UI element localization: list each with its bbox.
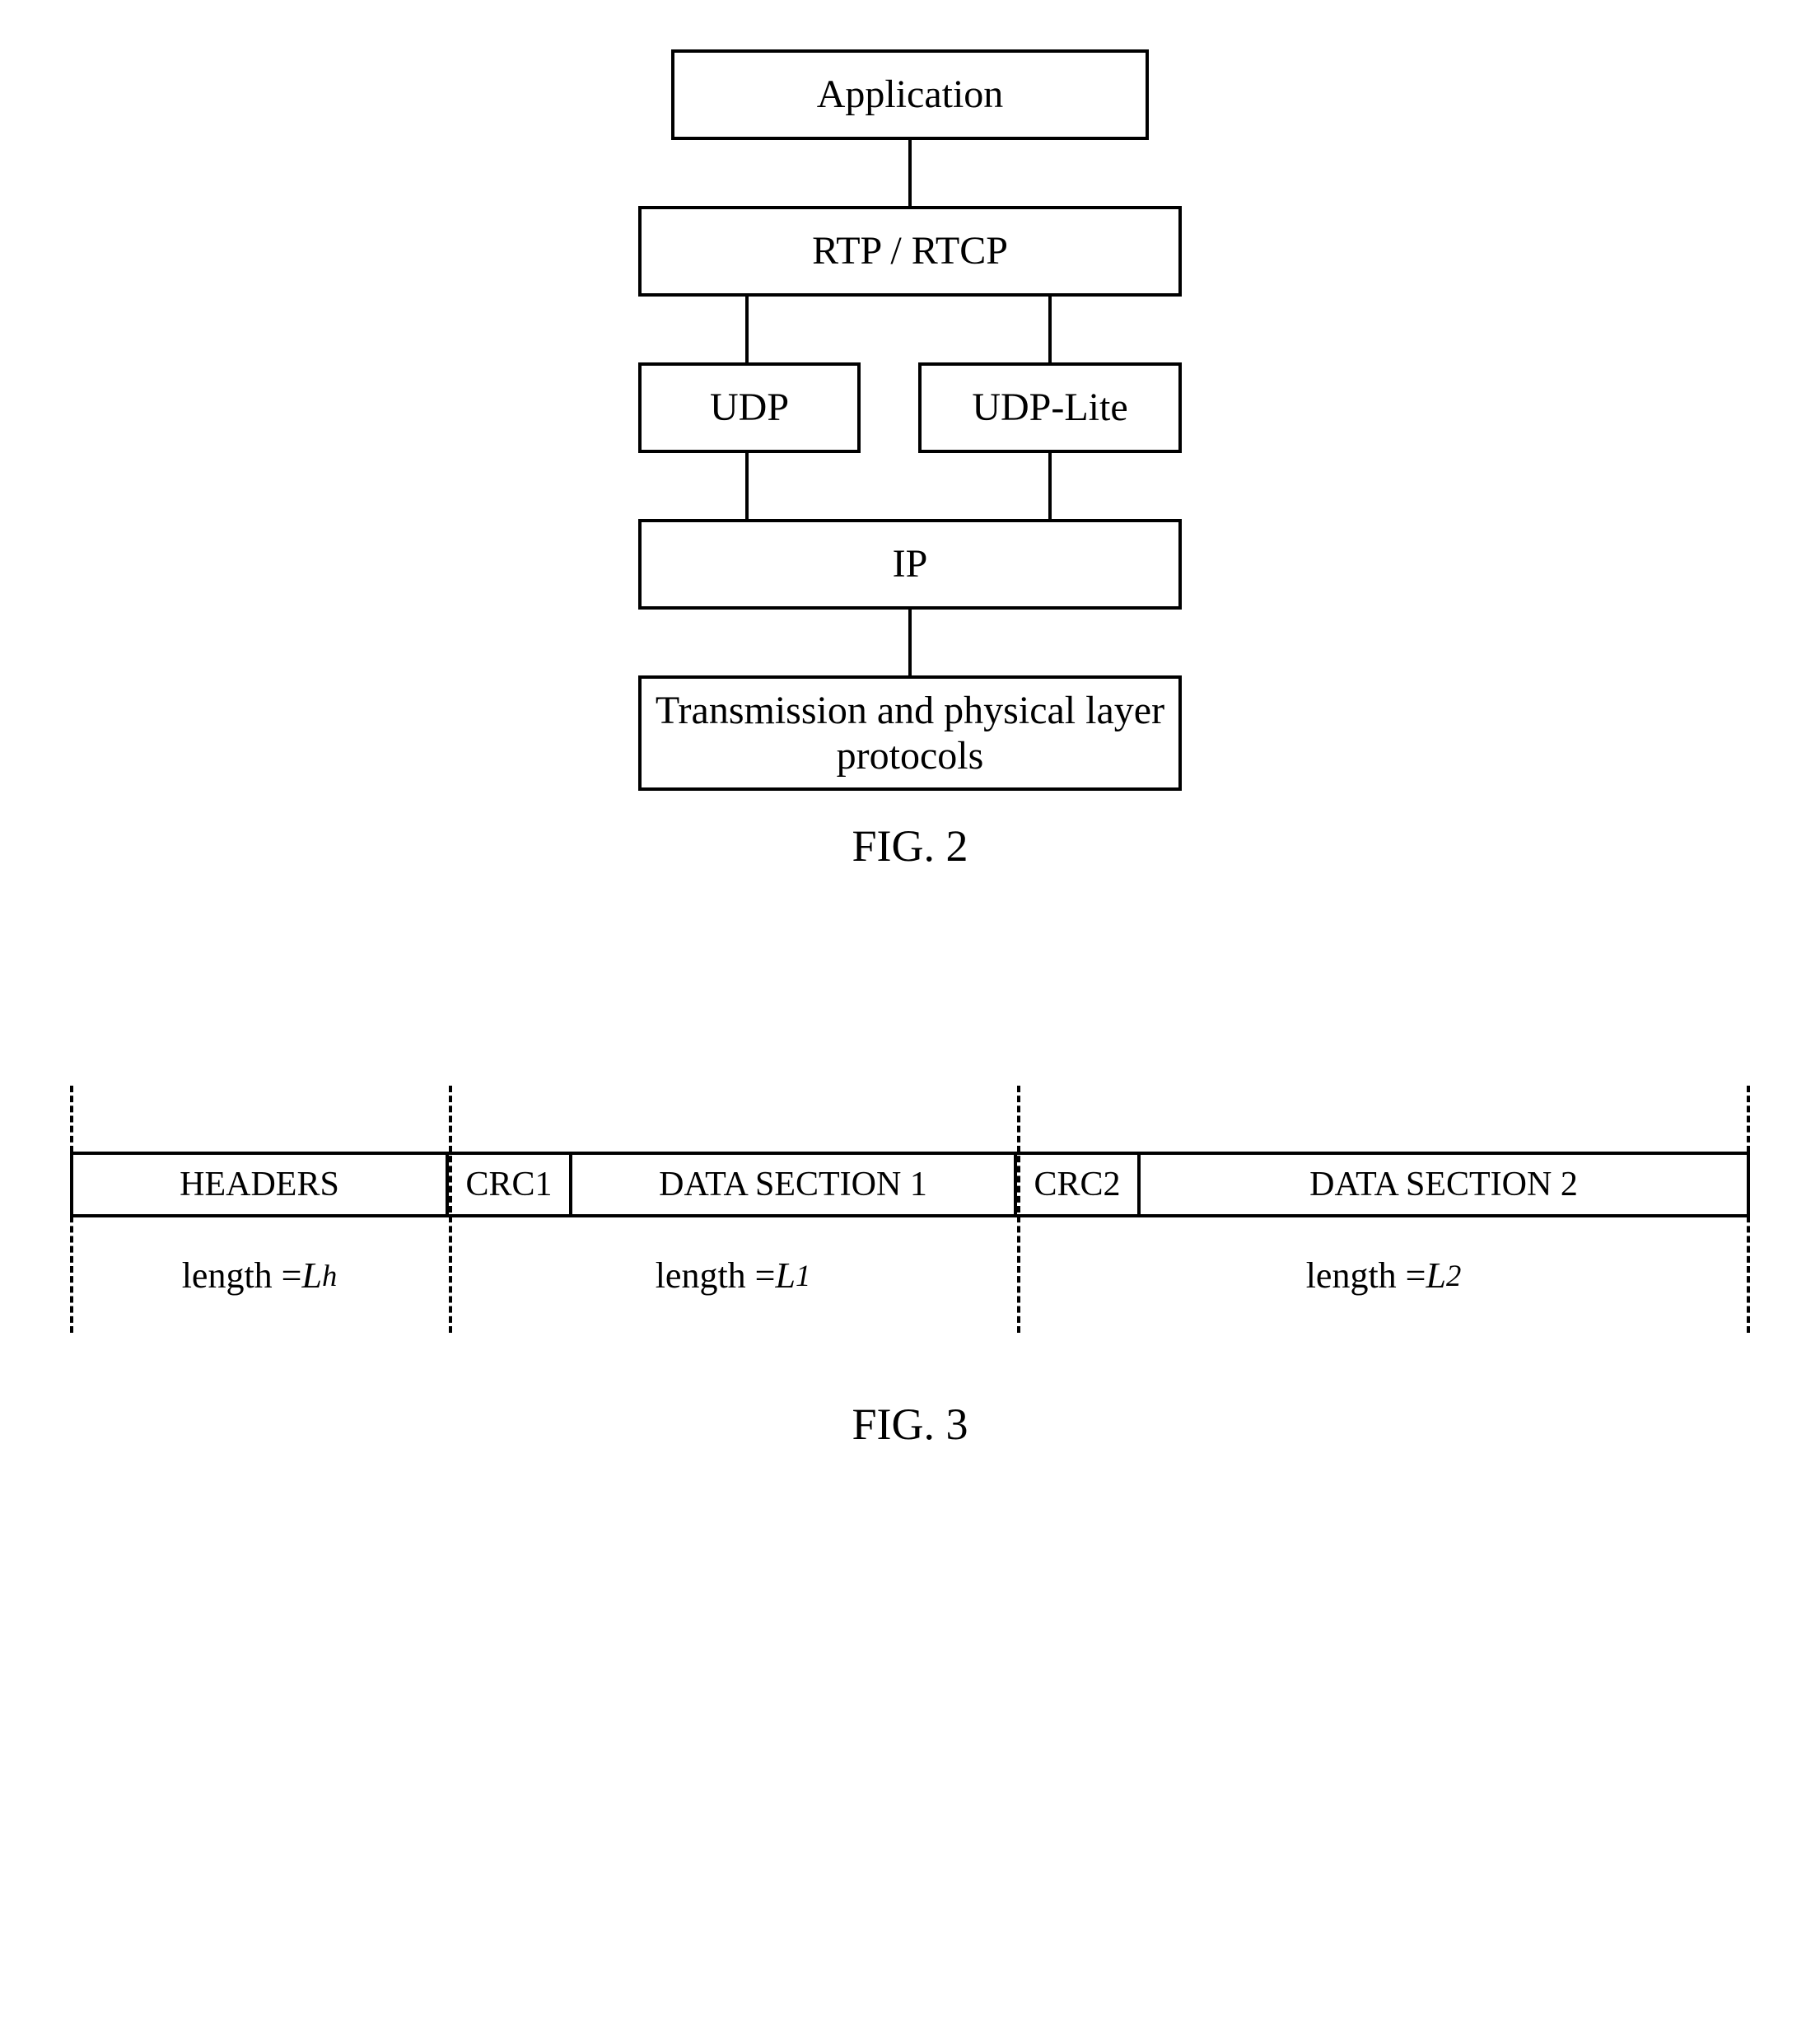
box-physical-layer-label: Transmission and physical layer protocol… [655,688,1165,778]
segment-crc1: CRC1 [449,1155,572,1214]
segment-crc2: CRC2 [1017,1155,1141,1214]
connector-rtp-to-udp [745,297,749,362]
connector-rtp-to-udplite [1048,297,1052,362]
box-rtp-rtcp: RTP / RTCP [638,206,1182,297]
box-udp: UDP [638,362,861,453]
box-application-label: Application [817,72,1004,117]
length-prefix: length = [656,1255,776,1297]
length-prefix: length = [182,1255,302,1297]
length-l2-var: L [1426,1255,1445,1297]
box-ip-label: IP [893,541,928,586]
packet-row: HEADERS CRC1 DATA SECTION 1 CRC2 DATA SE… [70,1152,1750,1217]
segment-data1-label: DATA SECTION 1 [659,1165,927,1204]
box-udp-lite: UDP-Lite [918,362,1182,453]
length-l2: length = L 2 [1017,1250,1750,1300]
figure-3: HEADERS CRC1 DATA SECTION 1 CRC2 DATA SE… [33,1086,1787,1450]
segment-headers-label: HEADERS [180,1165,339,1204]
length-lh-var: L [301,1255,321,1297]
connector-udp-to-ip [745,453,749,519]
connector-app-to-rtp [908,140,912,206]
connector-udplite-to-ip [1048,453,1052,519]
box-udp-lite-label: UDP-Lite [972,385,1127,430]
segment-crc1-label: CRC1 [465,1165,552,1204]
connector-ip-to-phy [908,610,912,675]
length-header: length = L h [70,1250,449,1300]
segment-headers: HEADERS [70,1155,449,1214]
segment-crc2-label: CRC2 [1034,1165,1120,1204]
packet-layout-diagram: HEADERS CRC1 DATA SECTION 1 CRC2 DATA SE… [70,1086,1750,1333]
length-l2-sub: 2 [1446,1258,1461,1293]
length-l1: length = L 1 [449,1250,1017,1300]
box-rtp-rtcp-label: RTP / RTCP [812,228,1008,273]
box-application: Application [671,49,1149,140]
length-l1-var: L [775,1255,795,1297]
length-l1-sub: 1 [796,1258,810,1293]
figure-3-caption: FIG. 3 [852,1399,968,1450]
protocol-stack-diagram: Application RTP / RTCP UDP UDP-Lite IP T… [556,49,1264,791]
box-ip: IP [638,519,1182,610]
segment-data2: DATA SECTION 2 [1141,1155,1750,1214]
segment-data1: DATA SECTION 1 [572,1155,1017,1214]
length-prefix: length = [1306,1255,1426,1297]
box-physical-layer: Transmission and physical layer protocol… [638,675,1182,791]
length-lh-sub: h [322,1258,337,1293]
figure-2: Application RTP / RTCP UDP UDP-Lite IP T… [33,49,1787,871]
length-row: length = L h length = L 1 length = L 2 [70,1250,1750,1300]
segment-data2-label: DATA SECTION 2 [1309,1165,1578,1204]
figure-2-caption: FIG. 2 [852,820,968,871]
box-udp-label: UDP [710,385,789,430]
